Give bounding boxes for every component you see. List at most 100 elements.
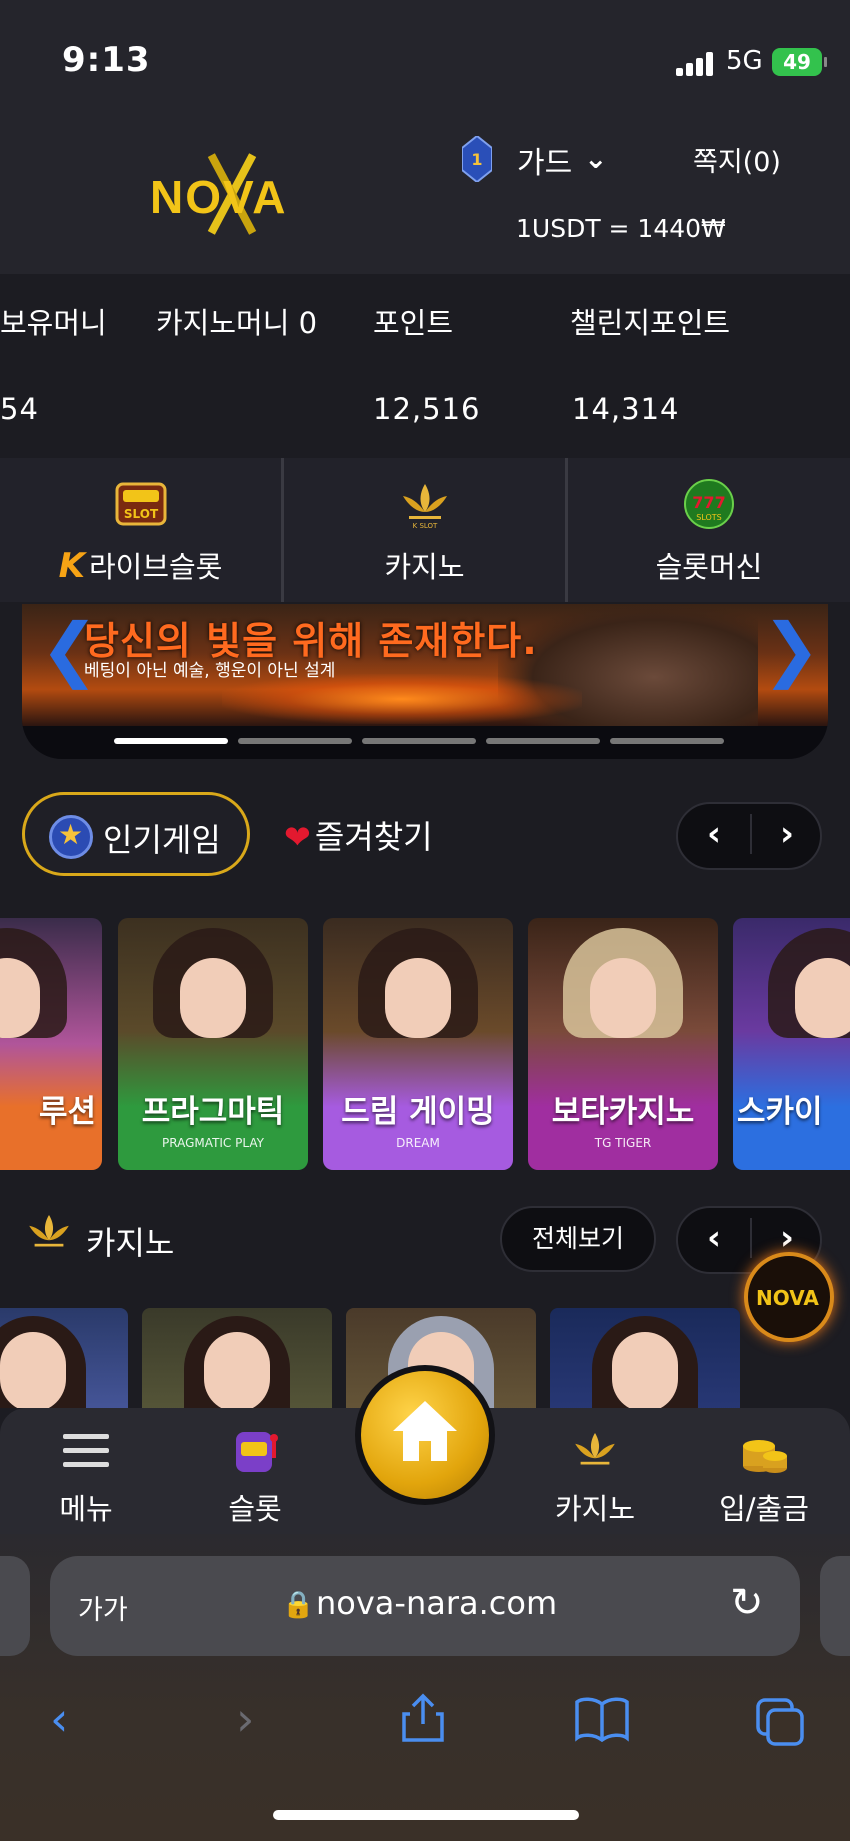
rank-badge-icon: 1 [461, 134, 493, 184]
game-card[interactable]: 프라그마틱 PRAGMATIC PLAY [118, 918, 308, 1170]
exchange-rate: 1USDT = 1440₩ [516, 214, 726, 243]
tab-favorites[interactable]: ❤ 즐겨찾기 [284, 812, 433, 858]
banner-prev-icon[interactable]: ❮ [40, 614, 99, 684]
browser-chrome: 가가 🔒 nova-nara.com ↻ ‹ › [0, 1534, 850, 1841]
tab-label: 카지노 [554, 1492, 636, 1526]
tab-label: 인기게임 [103, 821, 221, 859]
category-slot-machine[interactable]: 777 SLOTS 슬롯머신 [568, 458, 850, 602]
url-text[interactable]: nova-nara.com [316, 1584, 557, 1622]
tab-label: 입/출금 [719, 1492, 809, 1526]
tab-label: 슬롯 [228, 1492, 282, 1526]
tab-label: 즐겨찾기 [314, 818, 433, 856]
prev-arrow-icon[interactable]: ‹ [678, 814, 750, 854]
category-live-slot[interactable]: SLOT K 라이브슬롯 [0, 458, 284, 602]
banner-next-icon[interactable]: ❯ [762, 614, 821, 684]
tab-popular-games[interactable]: 인기게임 [22, 792, 250, 876]
game-name: 드림 게이밍 [341, 1094, 495, 1130]
next-arrow-icon[interactable]: › [750, 814, 822, 854]
challenge-points-label: 챌린지포인트 [570, 306, 731, 340]
game-card[interactable]: 루션 [0, 918, 102, 1170]
hamburger-menu-icon [59, 1426, 113, 1476]
chevron-down-icon[interactable]: ⌄ [584, 142, 607, 175]
promo-banner[interactable]: 당신의 빛을 위해 존재한다. 베팅이 아닌 예술, 행운이 아닌 설계 ❮ ❯ [22, 604, 828, 759]
banner-dot[interactable] [114, 738, 228, 744]
tab-menu[interactable]: 메뉴 [16, 1408, 156, 1534]
game-card[interactable]: 스카이 [733, 918, 850, 1170]
user-level-dropdown[interactable]: 가드 [517, 138, 572, 182]
tab-casino[interactable]: 카지노 [525, 1408, 665, 1534]
casino-card[interactable] [0, 1308, 128, 1408]
home-button[interactable] [355, 1365, 495, 1505]
text-size-button[interactable]: 가가 [78, 1588, 128, 1627]
casino-money-label: 카지노머니 0 [156, 306, 318, 340]
bookmarks-icon[interactable] [574, 1696, 630, 1753]
category-label: 카지노 [384, 550, 465, 584]
next-tab[interactable] [820, 1556, 850, 1656]
svg-text:SLOT: SLOT [123, 507, 158, 521]
banner-dot[interactable] [362, 738, 476, 744]
category-nav: SLOT K 라이브슬롯 K SLOT 카지노 777 SLOTS 슬롯머신 [0, 458, 850, 602]
tab-deposit-withdraw[interactable]: 입/출금 [694, 1408, 834, 1534]
held-money-value: 54 [0, 392, 39, 426]
svg-text:SLOTS: SLOTS [696, 513, 722, 522]
svg-text:777: 777 [692, 493, 725, 512]
messages-link[interactable]: 쪽지(0) [693, 140, 781, 179]
game-card[interactable]: 드림 게이밍 DREAM [323, 918, 513, 1170]
slot-machine-icon [228, 1426, 282, 1476]
tabs-icon[interactable] [754, 1696, 806, 1757]
game-pager: ‹ › [676, 802, 822, 870]
tab-slot[interactable]: 슬롯 [185, 1408, 325, 1534]
prev-arrow-icon[interactable]: ‹ [678, 1218, 750, 1258]
provider-logo: PRAGMATIC PLAY [162, 1136, 264, 1150]
category-label: 슬롯머신 [655, 550, 763, 584]
game-name: 루션 [38, 1094, 96, 1130]
game-tabs: 인기게임 ❤즐겨찾기 ‹ › [0, 792, 850, 882]
address-bar[interactable]: 가가 🔒 nova-nara.com ↻ [50, 1556, 800, 1656]
game-carousel: 루션 프라그마틱 PRAGMATIC PLAY 드림 게이밍 DREAM 보타카… [0, 918, 850, 1170]
casino-card[interactable] [142, 1308, 332, 1408]
status-bar: 9:13 5G 49 [0, 0, 850, 112]
floating-logo-text: NOVA [756, 1286, 819, 1310]
casino-card[interactable] [550, 1308, 740, 1408]
browser-toolbar: ‹ › [0, 1684, 850, 1764]
k-slot-lotus-icon [568, 1426, 622, 1476]
game-name: 보타카지노 [551, 1094, 695, 1130]
live-slot-icon: SLOT [111, 478, 171, 530]
category-casino[interactable]: K SLOT 카지노 [284, 458, 568, 602]
star-icon [49, 815, 93, 859]
game-card[interactable]: 보타카지노 TG TIGER [528, 918, 718, 1170]
points-value: 12,516 [373, 392, 481, 426]
tab-label: 메뉴 [59, 1492, 113, 1526]
clock: 9:13 [62, 40, 151, 80]
banner-subtitle: 베팅이 아닌 예술, 행운이 아닌 설계 [84, 661, 336, 681]
home-icon [393, 1401, 457, 1461]
challenge-points-value: 14,314 [572, 392, 680, 426]
previous-tab[interactable] [0, 1556, 30, 1656]
reload-icon[interactable]: ↻ [730, 1580, 764, 1626]
nova-logo[interactable]: NOVA [150, 142, 325, 242]
banner-dot[interactable] [486, 738, 600, 744]
category-label: 라이브슬롯 [88, 550, 223, 584]
network-type: 5G [726, 46, 763, 76]
777-slots-icon: 777 SLOTS [679, 478, 739, 530]
banner-dot[interactable] [610, 738, 724, 744]
held-money-label: 보유머니 [0, 306, 107, 340]
signal-icon [676, 52, 716, 76]
home-indicator [273, 1810, 579, 1820]
banner-pagination [114, 738, 724, 744]
game-name: 스카이 [737, 1094, 823, 1130]
balance-panel: 보유머니 54 카지노머니 0 포인트 12,516 챌린지포인트 14,314 [0, 274, 850, 458]
back-icon[interactable]: ‹ [50, 1692, 68, 1746]
section-title: 카지노 [86, 1224, 175, 1262]
coins-icon [737, 1426, 791, 1476]
view-all-button[interactable]: 전체보기 [500, 1206, 656, 1272]
logo-text: NOVA [150, 171, 288, 223]
banner-dot[interactable] [238, 738, 352, 744]
provider-logo: DREAM [396, 1136, 440, 1150]
casino-section-header: 카지노 전체보기 ‹ › [0, 1204, 850, 1274]
rank-number: 1 [471, 150, 482, 169]
heart-icon: ❤ [284, 818, 311, 856]
svg-text:K SLOT: K SLOT [412, 522, 437, 530]
lock-icon: 🔒 [282, 1590, 315, 1620]
share-icon[interactable] [400, 1692, 446, 1755]
